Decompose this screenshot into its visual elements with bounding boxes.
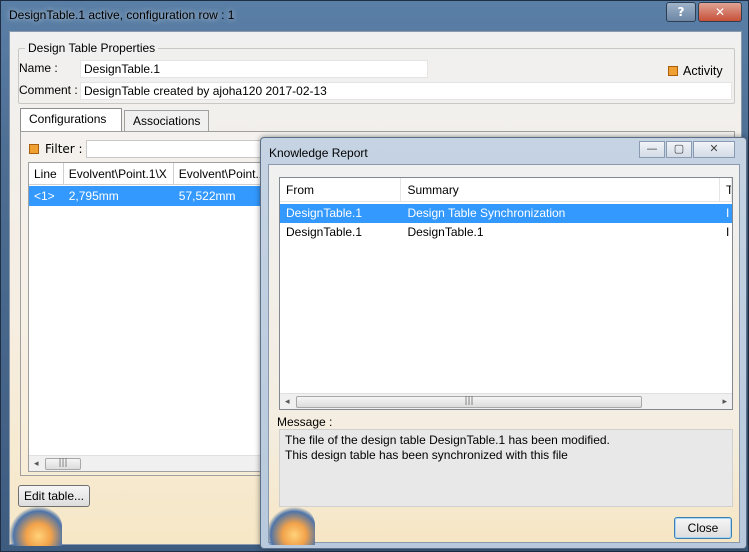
report-client-area: From Summary T DesignTable.1 Design Tabl…: [268, 164, 740, 545]
catia-logo-icon: [10, 506, 62, 546]
tab-configurations[interactable]: Configurations: [20, 108, 122, 132]
cell-summary: Design Table Synchronization: [407, 206, 566, 220]
report-table-header: From Summary T: [280, 178, 732, 202]
cell-from: DesignTable.1: [286, 225, 363, 239]
help-button[interactable]: ?: [666, 2, 696, 22]
edit-table-button[interactable]: Edit table...: [18, 485, 90, 507]
table-row[interactable]: DesignTable.1 Design Table Synchronizati…: [280, 204, 732, 223]
column-header-t[interactable]: T: [720, 178, 732, 201]
activity-checkbox-icon[interactable]: [668, 66, 678, 76]
horizontal-scrollbar[interactable]: ◂ ||| ▸: [280, 393, 732, 409]
cell-summary: DesignTable.1: [407, 225, 484, 239]
catia-logo-icon: [269, 505, 315, 545]
activity-label: Activity: [683, 64, 723, 78]
message-line: This design table has been synchronized …: [285, 448, 568, 462]
scroll-left-icon[interactable]: ◂: [34, 459, 39, 469]
column-header-from[interactable]: From: [280, 178, 402, 201]
maximize-button[interactable]: ▢: [666, 141, 692, 158]
close-report-button[interactable]: ✕: [693, 141, 735, 158]
cell-t: I: [726, 225, 730, 239]
close-button[interactable]: Close: [674, 517, 732, 539]
message-label: Message :: [277, 415, 333, 429]
column-header-summary[interactable]: Summary: [401, 178, 721, 201]
name-label: Name :: [19, 61, 58, 75]
column-header-point[interactable]: Evolvent\Point.1: [174, 163, 267, 184]
comment-label: Comment :: [19, 83, 78, 97]
cell-point: 57,522mm: [178, 189, 236, 203]
column-header-x[interactable]: Evolvent\Point.1\X: [64, 163, 174, 184]
filter-label: Filter :: [45, 142, 83, 156]
column-header-line[interactable]: Line: [29, 163, 64, 184]
cell-x: 2,795mm: [68, 189, 119, 203]
horizontal-scrollbar[interactable]: ◂ |||: [29, 455, 267, 471]
configurations-table: Line Evolvent\Point.1\X Evolvent\Point.1…: [28, 162, 268, 472]
report-table: From Summary T DesignTable.1 Design Tabl…: [279, 177, 733, 410]
table-header: Line Evolvent\Point.1\X Evolvent\Point.1: [29, 163, 267, 185]
close-window-button[interactable]: ✕: [698, 2, 742, 22]
cell-line: <1>: [34, 189, 55, 203]
cell-from: DesignTable.1: [286, 206, 363, 220]
message-box: The file of the design table DesignTable…: [279, 429, 733, 507]
activity-toggle[interactable]: Activity: [668, 64, 723, 78]
table-row[interactable]: DesignTable.1 DesignTable.1 I: [280, 223, 732, 242]
knowledge-report-window: Knowledge Report — ▢ ✕ From Summary T De…: [260, 137, 747, 549]
group-title: Design Table Properties: [25, 41, 159, 55]
message-line: The file of the design table DesignTable…: [285, 433, 610, 447]
name-field[interactable]: DesignTable.1: [80, 60, 428, 78]
cell-t: I: [726, 206, 730, 220]
scroll-right-icon[interactable]: ▸: [722, 397, 727, 407]
table-row[interactable]: <1> 2,795mm 57,522mm: [29, 186, 267, 206]
filter-row: Filter :: [29, 142, 83, 156]
report-title: Knowledge Report: [269, 146, 368, 160]
tab-associations[interactable]: Associations: [124, 110, 209, 132]
scroll-left-icon[interactable]: ◂: [285, 397, 290, 407]
scroll-thumb[interactable]: |||: [296, 396, 642, 408]
filter-icon[interactable]: [29, 144, 39, 154]
comment-field[interactable]: DesignTable created by ajoha120 2017-02-…: [80, 82, 732, 100]
scroll-thumb[interactable]: |||: [45, 458, 81, 470]
window-title: DesignTable.1 active, configuration row …: [9, 8, 235, 22]
minimize-button[interactable]: —: [639, 141, 665, 158]
